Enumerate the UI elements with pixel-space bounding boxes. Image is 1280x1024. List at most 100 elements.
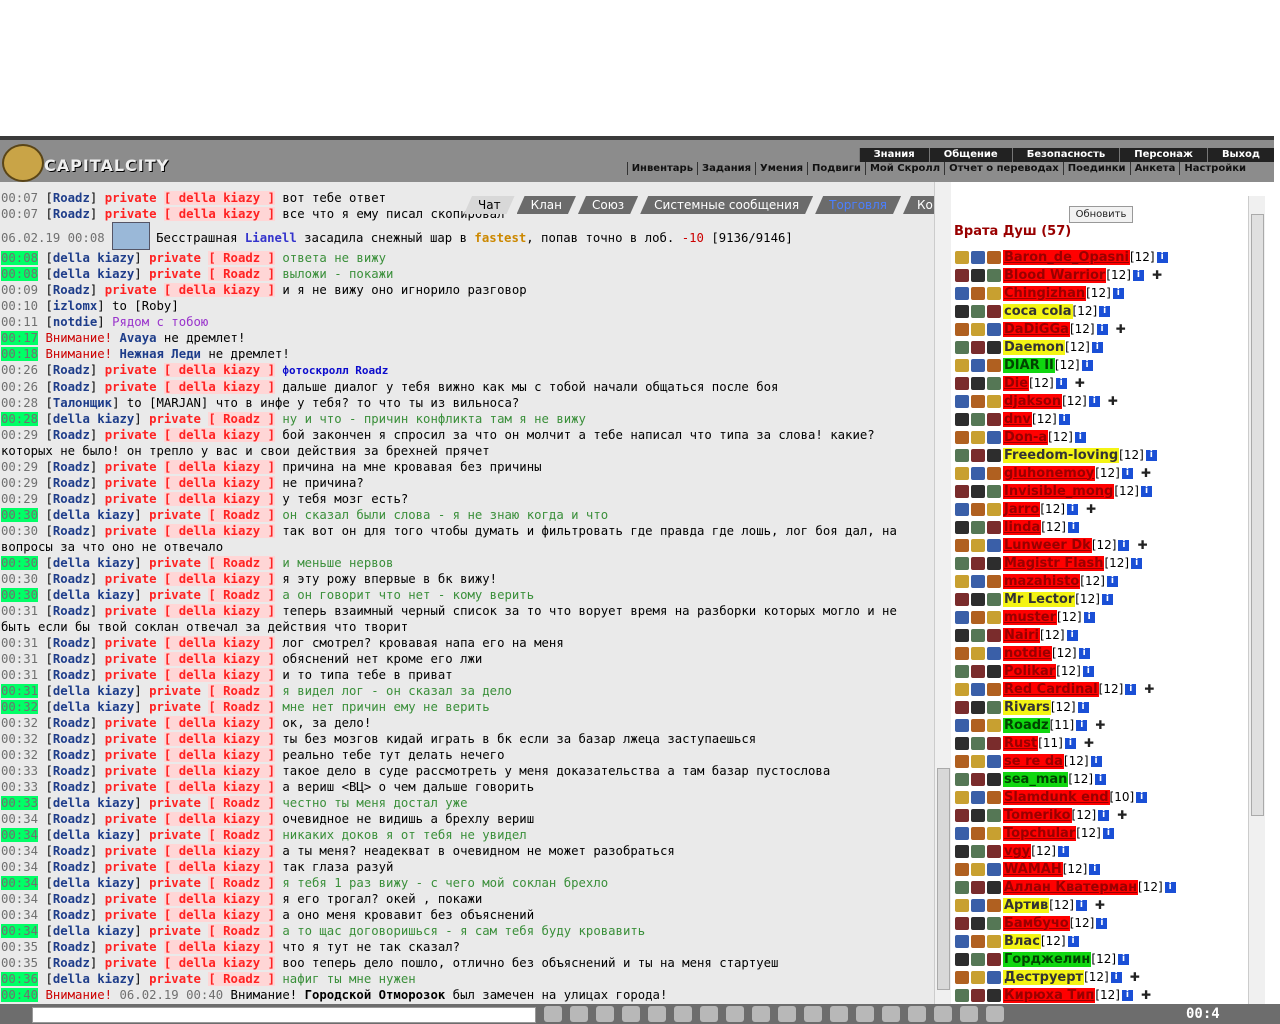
warning-nick[interactable]: Нежная Леди <box>119 347 200 361</box>
chat-input[interactable] <box>32 1007 536 1023</box>
private-recipient[interactable]: [ Roadz ] <box>208 251 275 265</box>
clan-icon[interactable] <box>971 988 985 1002</box>
info-icon[interactable]: i <box>1099 305 1111 317</box>
user-name[interactable]: Red Cardinal <box>1003 681 1099 697</box>
clan-icon[interactable] <box>971 376 985 390</box>
rank-icon[interactable] <box>987 790 1001 804</box>
private-recipient[interactable]: [ della kiazy ] <box>163 460 275 474</box>
user-name[interactable]: muster <box>1003 609 1057 625</box>
clan-icon[interactable] <box>971 718 985 732</box>
rank-icon[interactable] <box>987 394 1001 408</box>
info-icon[interactable]: i <box>1096 323 1108 335</box>
rank-icon[interactable] <box>987 448 1001 462</box>
add-friend-icon[interactable]: ✚ <box>1141 988 1151 1002</box>
add-friend-icon[interactable]: ✚ <box>1152 268 1162 282</box>
info-icon[interactable]: i <box>1121 467 1133 479</box>
rank-icon[interactable] <box>987 898 1001 912</box>
user-name[interactable]: Rivars <box>1003 699 1051 715</box>
info-icon[interactable]: i <box>1064 737 1076 749</box>
rank-icon[interactable] <box>987 322 1001 336</box>
add-friend-icon[interactable]: ✚ <box>1086 502 1096 516</box>
info-icon[interactable]: i <box>1102 827 1114 839</box>
user-name[interactable]: Topchular <box>1003 825 1077 841</box>
user-name[interactable]: Tomeriko <box>1003 807 1072 823</box>
private-recipient[interactable]: [ della kiazy ] <box>163 940 275 954</box>
percent-icon[interactable] <box>674 1006 692 1022</box>
rank-icon[interactable] <box>987 484 1001 498</box>
clan-icon[interactable] <box>971 340 985 354</box>
clan-icon[interactable] <box>971 592 985 606</box>
info-icon[interactable]: i <box>1096 917 1108 929</box>
private-recipient[interactable]: [ della kiazy ] <box>163 636 275 650</box>
info-icon[interactable]: i <box>1076 719 1088 731</box>
clan-icon[interactable] <box>971 862 985 876</box>
rank-icon[interactable] <box>987 682 1001 696</box>
clan-icon[interactable] <box>971 430 985 444</box>
user-name[interactable]: notdie <box>1003 645 1052 661</box>
rank-icon[interactable] <box>987 286 1001 300</box>
info-icon[interactable]: i <box>1066 629 1078 641</box>
info-icon[interactable]: i <box>1055 377 1067 389</box>
camera-icon[interactable] <box>752 1006 770 1022</box>
sender-nick[interactable]: della kiazy <box>53 972 134 986</box>
sender-nick[interactable]: Roadz <box>53 716 90 730</box>
rank-icon[interactable] <box>987 736 1001 750</box>
rank-icon[interactable] <box>987 880 1001 894</box>
user-list-scroll-thumb[interactable] <box>1251 214 1264 816</box>
sender-nick[interactable]: Roadz <box>53 380 90 394</box>
sender-nick[interactable]: Roadz <box>53 572 90 586</box>
clan-icon[interactable] <box>971 574 985 588</box>
private-recipient[interactable]: [ Roadz ] <box>208 267 275 281</box>
private-recipient[interactable]: [ Roadz ] <box>208 508 275 522</box>
filter-icon[interactable] <box>596 1006 614 1022</box>
sender-nick[interactable]: Roadz <box>53 207 90 221</box>
globe-icon[interactable] <box>934 1006 952 1022</box>
rank-icon[interactable] <box>987 826 1001 840</box>
user-name[interactable]: Die <box>1003 375 1030 391</box>
private-recipient[interactable]: [ Roadz ] <box>208 588 275 602</box>
submenu-profile[interactable]: Анкета <box>1129 162 1180 175</box>
add-friend-icon[interactable]: ✚ <box>1095 718 1105 732</box>
chat-scroll-thumb[interactable] <box>937 768 950 990</box>
rank-icon[interactable] <box>987 358 1001 372</box>
private-recipient[interactable]: [ della kiazy ] <box>163 492 275 506</box>
info-icon[interactable]: i <box>1112 287 1124 299</box>
sender-nick[interactable]: Roadz <box>53 652 90 666</box>
clan-icon[interactable] <box>971 484 985 498</box>
menu-security[interactable]: Безопасность <box>1011 148 1120 162</box>
submenu-inventory[interactable]: Инвентарь <box>626 162 697 175</box>
private-recipient[interactable]: [ Roadz ] <box>208 828 275 842</box>
sender-nick[interactable]: Roadz <box>53 844 90 858</box>
add-friend-icon[interactable]: ✚ <box>1144 682 1154 696</box>
info-icon[interactable]: i <box>1140 485 1152 497</box>
info-icon[interactable]: i <box>1088 395 1100 407</box>
sender-nick[interactable]: Roadz <box>53 732 90 746</box>
rank-icon[interactable] <box>987 466 1001 480</box>
user-name[interactable]: djakson <box>1003 393 1063 409</box>
sender-nick[interactable]: Roadz <box>53 604 90 618</box>
user-name[interactable]: Влас <box>1003 933 1041 949</box>
sender-nick[interactable]: della kiazy <box>53 267 134 281</box>
info-icon[interactable]: i <box>1132 269 1144 281</box>
private-recipient[interactable]: [ della kiazy ] <box>163 732 275 746</box>
user-list-scrollbar[interactable] <box>1248 196 1265 1004</box>
sender-nick[interactable]: Roadz <box>53 908 90 922</box>
info-icon[interactable] <box>622 1006 640 1022</box>
add-friend-icon[interactable]: ✚ <box>1137 538 1147 552</box>
private-recipient[interactable]: [ della kiazy ] <box>163 652 275 666</box>
user-name[interactable]: DaDiGGa <box>1003 321 1070 337</box>
rank-icon[interactable] <box>987 592 1001 606</box>
sender-nick[interactable]: della kiazy <box>53 828 134 842</box>
info-icon[interactable]: i <box>1058 413 1070 425</box>
user-name[interactable]: Baron_de_Opasni <box>1003 249 1130 265</box>
rank-icon[interactable] <box>987 718 1001 732</box>
sender-nick[interactable]: Roadz <box>53 460 90 474</box>
info-icon[interactable]: i <box>1089 863 1101 875</box>
private-recipient[interactable]: [ della kiazy ] <box>163 812 275 826</box>
rank-icon[interactable] <box>987 646 1001 660</box>
private-recipient[interactable]: [ della kiazy ] <box>163 191 275 205</box>
user-name[interactable]: sea_man <box>1003 771 1069 787</box>
clan-icon[interactable] <box>971 826 985 840</box>
clan-icon[interactable] <box>971 880 985 894</box>
private-recipient[interactable]: [ della kiazy ] <box>163 428 275 442</box>
